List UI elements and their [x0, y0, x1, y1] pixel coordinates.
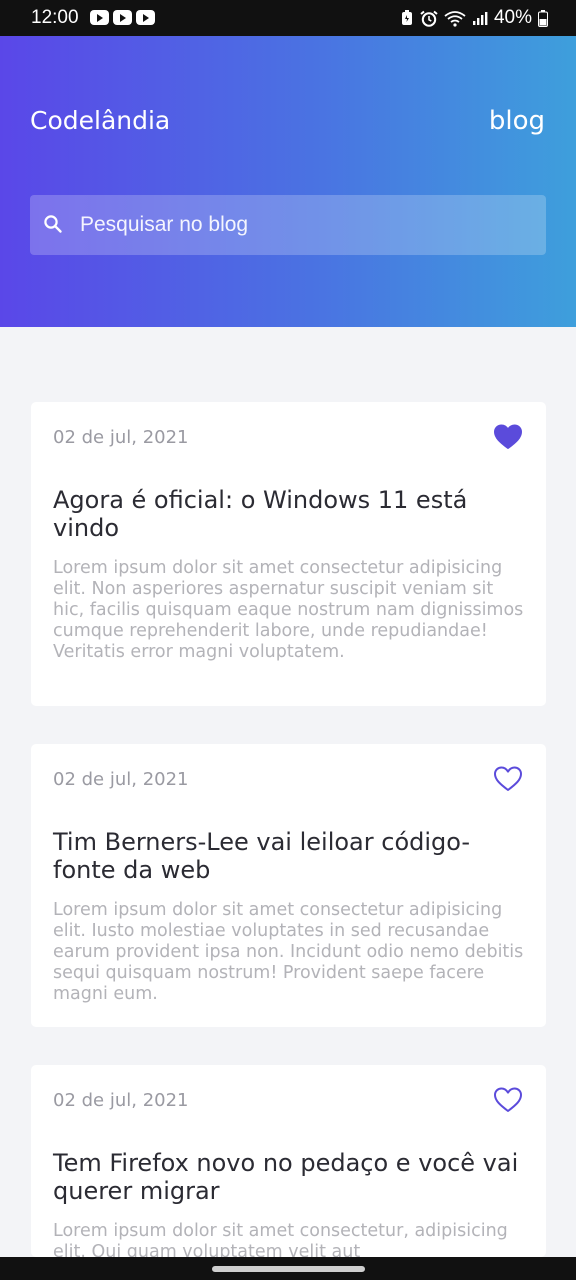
post-title[interactable]: Agora é oficial: o Windows 11 está vindo — [53, 486, 523, 542]
heart-outline-icon[interactable] — [494, 766, 522, 796]
post-excerpt: Lorem ipsum dolor sit amet consectetur, … — [53, 1221, 508, 1257]
blog-link[interactable]: blog — [489, 104, 545, 138]
heart-filled-icon[interactable] — [494, 424, 522, 454]
post-date: 02 de jul, 2021 — [53, 427, 189, 448]
post-title[interactable]: Tem Firefox novo no pedaço e você vai qu… — [53, 1149, 523, 1205]
home-gesture-handle[interactable] — [212, 1266, 365, 1272]
status-bar: 12:00 40% — [0, 0, 576, 36]
heart-outline-icon[interactable] — [494, 1087, 522, 1117]
blog-header: Codelândia blog — [0, 36, 576, 327]
wifi-icon — [444, 10, 466, 27]
search-icon — [43, 214, 63, 238]
post-card[interactable]: 02 de jul, 2021 Tem Firefox novo no peda… — [31, 1065, 546, 1257]
signal-icon — [472, 10, 488, 26]
status-time: 12:00 — [31, 7, 79, 28]
post-excerpt: Lorem ipsum dolor sit amet consectetur a… — [53, 900, 524, 1004]
battery-icon — [538, 9, 548, 27]
post-card[interactable]: 02 de jul, 2021 Agora é oficial: o Windo… — [31, 402, 546, 706]
post-date: 02 de jul, 2021 — [53, 1090, 189, 1111]
post-card[interactable]: 02 de jul, 2021 Tim Berners-Lee vai leil… — [31, 744, 546, 1027]
post-date: 02 de jul, 2021 — [53, 769, 189, 790]
post-title[interactable]: Tim Berners-Lee vai leiloar código-fonte… — [53, 828, 523, 884]
battery-level: 40% — [493, 7, 532, 28]
youtube-icon — [136, 10, 155, 25]
search-input[interactable] — [80, 195, 530, 255]
search-bar[interactable] — [30, 195, 546, 255]
system-navigation-bar — [0, 1257, 576, 1280]
notification-icons — [90, 10, 155, 25]
alarm-icon — [420, 10, 438, 27]
youtube-icon — [90, 10, 109, 25]
youtube-icon — [113, 10, 132, 25]
post-excerpt: Lorem ipsum dolor sit amet consectetur a… — [53, 558, 524, 662]
brand-logo[interactable]: Codelândia — [30, 104, 170, 138]
battery-saver-icon — [400, 10, 414, 26]
status-indicators: 40% — [400, 7, 548, 29]
